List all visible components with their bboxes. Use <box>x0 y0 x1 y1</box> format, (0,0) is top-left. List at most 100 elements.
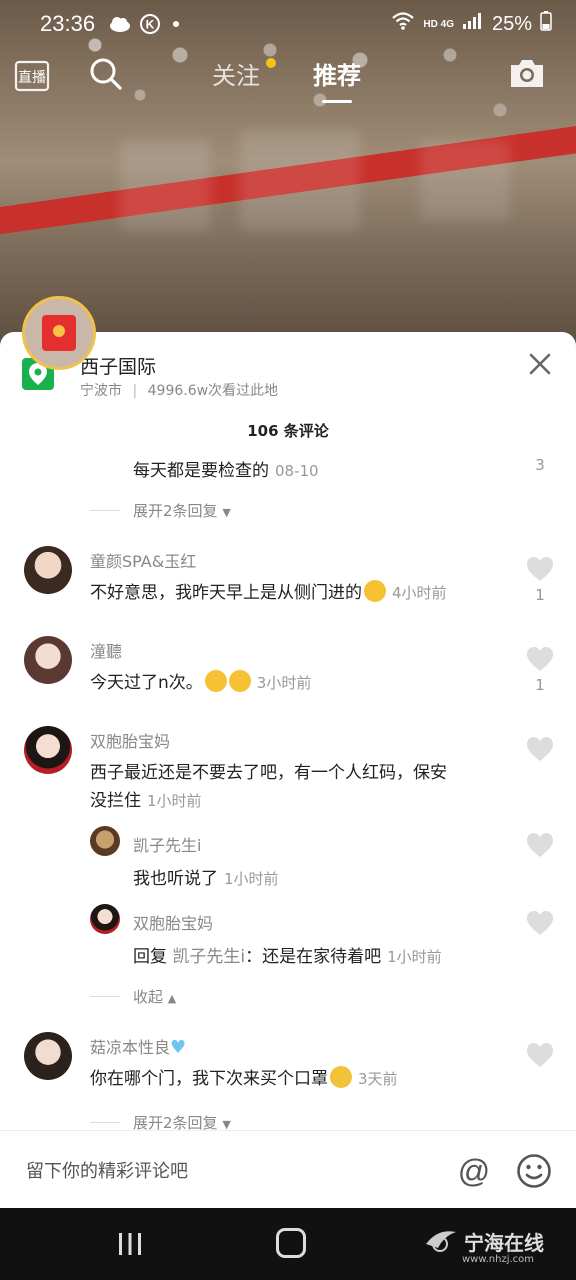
live-button[interactable]: 直播 <box>14 58 54 98</box>
avatar[interactable] <box>90 826 120 856</box>
reply-time: 1小时前 <box>224 870 279 888</box>
tab-recommend[interactable]: 推荐 <box>313 56 361 91</box>
status-time: 23:36 <box>40 11 96 36</box>
comment-body: 没拦住 <box>90 791 141 811</box>
comment-time: 3小时前 <box>256 674 312 692</box>
comment-text[interactable]: 不好意思，我昨天早上是从侧门进的 4小时前 <box>90 578 447 603</box>
top-nav: 直播 关注 推荐 <box>0 48 576 108</box>
search-icon[interactable] <box>88 56 128 96</box>
avatar[interactable] <box>24 636 72 684</box>
comment-text-line2[interactable]: 没拦住 1小时前 <box>90 786 202 811</box>
reply-body: 每天都是要检查的 <box>133 461 269 481</box>
blue-heart-icon: ♥ <box>170 1037 187 1058</box>
comment-input[interactable]: 留下你的精彩评论吧 <box>26 1157 188 1183</box>
close-icon[interactable] <box>526 350 554 378</box>
reply-time: 08-10 <box>275 462 319 480</box>
reply-text[interactable]: 我也听说了 1小时前 <box>133 864 279 889</box>
like-count: 1 <box>535 586 545 604</box>
collapse-label: 收起 <box>133 988 164 1006</box>
chevron-down-icon: ▼ <box>222 506 231 519</box>
system-nav-bar: 宁海在线 www.nhzj.com <box>0 1208 576 1280</box>
k-app-icon: K <box>139 13 161 35</box>
author-name: 菇凉本性良 <box>90 1038 171 1057</box>
cloud-icon <box>109 13 131 35</box>
reply-time: 1小时前 <box>387 948 442 966</box>
laughing-emoji-icon <box>204 670 227 692</box>
comment-author[interactable]: 双胞胎宝妈 <box>90 728 170 752</box>
location-separator: | <box>132 383 138 399</box>
comment-sheet: 西子国际 宁波市 | 4996.6w次看过此地 106 条评论 每天都是要检查的… <box>0 332 576 1208</box>
active-tab-indicator <box>322 100 352 103</box>
comment-text-line1[interactable]: 西子最近还是不要去了吧，有一个人红码，保安 <box>90 758 447 783</box>
location-subtitle: 宁波市 | 4996.6w次看过此地 <box>80 380 278 400</box>
comment-author[interactable]: 潼聽 <box>90 638 122 662</box>
divider <box>90 510 120 511</box>
mention-button[interactable]: @ <box>456 1153 492 1189</box>
comment-text[interactable]: 今天过了n次。 3小时前 <box>90 668 311 693</box>
like-heart-icon[interactable] <box>526 1042 554 1068</box>
notification-icons: K <box>109 13 180 35</box>
collapse-replies-button[interactable]: 收起 ▲ <box>133 986 176 1007</box>
like-heart-icon[interactable] <box>526 910 554 936</box>
location-city: 宁波市 <box>80 383 122 399</box>
tab-follow[interactable]: 关注 <box>212 56 260 91</box>
chevron-up-icon: ▲ <box>167 992 177 1005</box>
avatar[interactable] <box>24 546 72 594</box>
watermark-logo-icon <box>426 1231 456 1252</box>
reply-body: ：还是在家待着吧 <box>245 947 382 967</box>
comment-author[interactable]: 菇凉本性良♥ <box>90 1034 186 1058</box>
comment-time: 3天前 <box>358 1070 398 1088</box>
expand-replies-button[interactable]: 展开2条回复 ▼ <box>133 500 231 521</box>
like-heart-icon[interactable] <box>526 832 554 858</box>
reply-text[interactable]: 回复 凯子先生i：还是在家待着吧 1小时前 <box>133 942 442 967</box>
reply-body: 我也听说了 <box>133 869 218 889</box>
comment-time: 1小时前 <box>147 792 202 810</box>
wifi-icon <box>391 11 415 37</box>
location-title[interactable]: 西子国际 <box>80 352 156 379</box>
laughing-emoji-icon <box>228 670 251 692</box>
red-packet-button[interactable] <box>22 296 96 370</box>
avatar[interactable] <box>24 1032 72 1080</box>
like-count: 1 <box>535 676 545 694</box>
like-count: 3 <box>535 456 545 474</box>
watermark-url: www.nhzj.com <box>462 1254 535 1265</box>
comment-text[interactable]: 你在哪个门，我下次来买个口罩 3天前 <box>90 1064 398 1089</box>
like-heart-icon[interactable] <box>526 736 554 762</box>
svg-text:K: K <box>146 18 155 32</box>
comment-input-bar: 留下你的精彩评论吧 @ <box>0 1130 576 1208</box>
comment-author[interactable]: 童颜SPA&玉红 <box>90 548 196 572</box>
divider <box>90 1122 120 1123</box>
reply-author[interactable]: 凯子先生i <box>133 832 201 856</box>
comment-body: 不好意思，我昨天早上是从侧门进的 <box>90 583 362 603</box>
live-label: 直播 <box>18 69 46 86</box>
camera-icon[interactable] <box>508 56 548 96</box>
like-heart-icon[interactable] <box>526 556 554 582</box>
network-type: HD 4G <box>423 18 454 30</box>
red-packet-icon <box>42 315 76 351</box>
avatar[interactable] <box>90 904 120 934</box>
status-bar: 23:36 K HD 4G 25% <box>0 0 576 48</box>
divider <box>90 996 120 997</box>
comment-time: 4小时前 <box>392 584 447 602</box>
laughing-emoji-icon <box>364 580 386 602</box>
more-notifications-dot <box>173 21 180 27</box>
status-right: HD 4G 25% <box>391 11 552 37</box>
home-button[interactable] <box>276 1228 306 1258</box>
reply-text: 每天都是要检查的 08-10 <box>133 456 319 481</box>
reply-prefix: 回复 <box>133 947 167 967</box>
watermark: 宁海在线 <box>424 1224 544 1258</box>
recent-apps-icon[interactable] <box>116 1230 144 1258</box>
like-heart-icon[interactable] <box>526 646 554 672</box>
emoji-icon[interactable] <box>516 1153 552 1189</box>
reply-to-user[interactable]: 凯子先生i <box>172 947 245 967</box>
reply-author[interactable]: 双胞胎宝妈 <box>133 910 213 934</box>
comment-body: 今天过了n次。 <box>90 673 203 693</box>
avatar[interactable] <box>24 726 72 774</box>
comment-count-header: 106 条评论 <box>247 422 329 440</box>
comment-body: 你在哪个门，我下次来买个口罩 <box>90 1069 328 1089</box>
location-visits: 4996.6w次看过此地 <box>147 383 279 399</box>
expand-label: 展开2条回复 <box>133 502 218 520</box>
watermark-text: 宁海在线 <box>464 1230 544 1255</box>
smirk-emoji-icon <box>330 1066 352 1088</box>
signal-icon <box>462 12 484 36</box>
